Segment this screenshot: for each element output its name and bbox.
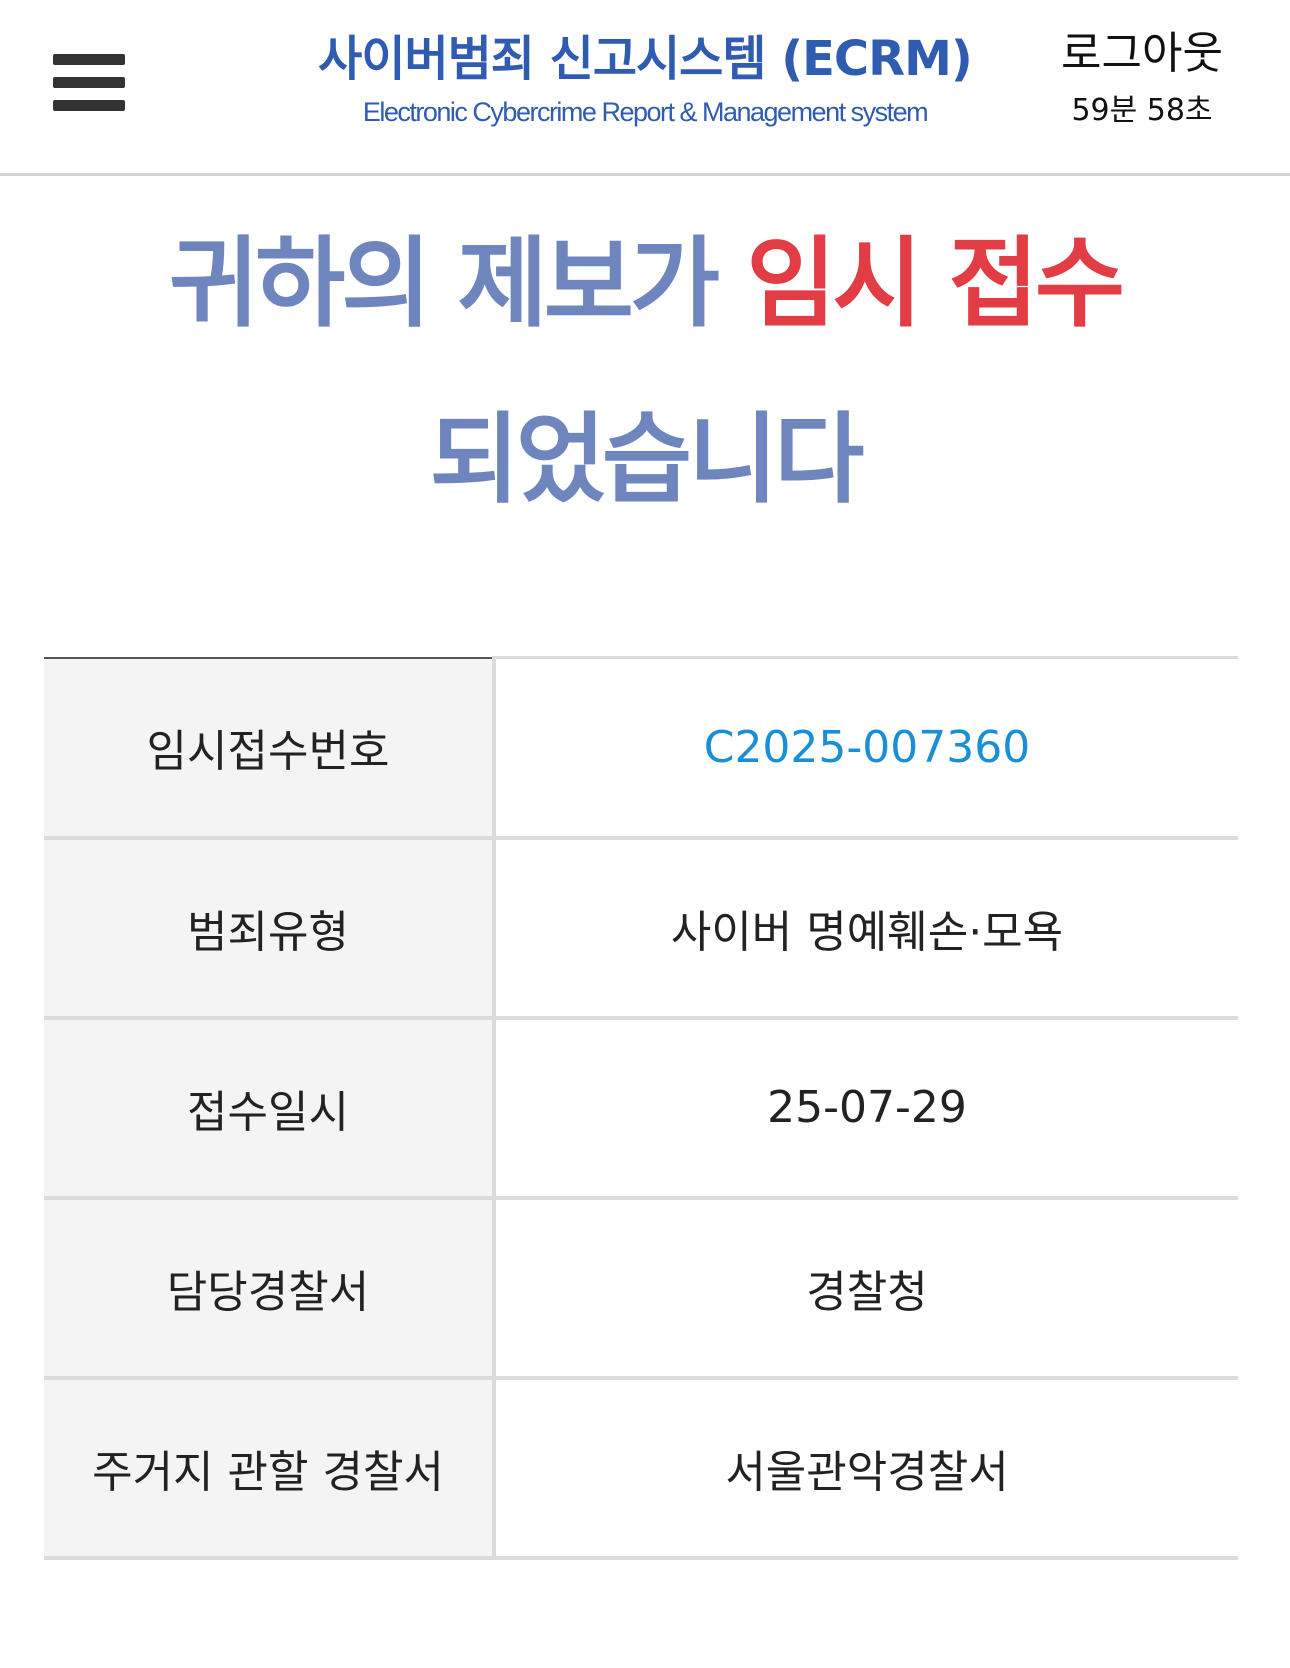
headline-part1: 귀하의 제보가 [169, 227, 747, 341]
menu-bar [53, 77, 125, 88]
site-title: 사이버범죄 신고시스템 (ECRM) [318, 31, 973, 87]
top-header: 사이버범죄 신고시스템 (ECRM) Electronic Cybercrime… [0, 0, 1290, 176]
headline-part2: 되었습니다 [429, 403, 865, 517]
menu-bar [53, 100, 125, 111]
local-police-label: 주거지 관할 경찰서 [44, 1377, 496, 1560]
local-police-value: 서울관악경찰서 [494, 1377, 1238, 1560]
session-timer: 59분 58초 [1071, 93, 1213, 128]
confirmation-headline: 귀하의 제보가 임시 접수 되었습니다 [40, 196, 1250, 548]
logout-button[interactable]: 로그아웃 [1042, 26, 1242, 82]
table-row: 범죄유형 사이버 명예훼손·모욕 [44, 837, 1238, 1020]
receipt-date-label: 접수일시 [44, 1017, 496, 1200]
site-brand[interactable]: 사이버범죄 신고시스템 (ECRM) Electronic Cybercrime… [310, 26, 980, 132]
hamburger-menu-icon[interactable] [48, 50, 128, 122]
session-area: 로그아웃 59분 58초 [1042, 26, 1242, 136]
crime-type-value: 사이버 명예훼손·모욕 [494, 837, 1238, 1020]
receipt-date-value: 25-07-29 [494, 1017, 1238, 1200]
assigned-police-value: 경찰청 [494, 1197, 1238, 1380]
table-row: 임시접수번호 C2025-007360 [44, 656, 1238, 840]
assigned-police-label: 담당경찰서 [44, 1197, 496, 1380]
table-row: 접수일시 25-07-29 [44, 1017, 1238, 1200]
receipt-number-value: C2025-007360 [494, 656, 1238, 840]
table-row: 담당경찰서 경찰청 [44, 1197, 1238, 1380]
menu-bar [53, 54, 125, 65]
crime-type-label: 범죄유형 [44, 837, 496, 1020]
report-details-table: 임시접수번호 C2025-007360 범죄유형 사이버 명예훼손·모욕 접수일… [44, 656, 1238, 1560]
headline-highlight: 임시 접수 [746, 227, 1125, 341]
receipt-number-label: 임시접수번호 [44, 656, 496, 840]
site-subtitle: Electronic Cybercrime Report & Managemen… [362, 97, 929, 127]
report-confirmation-page: 사이버범죄 신고시스템 (ECRM) Electronic Cybercrime… [0, 0, 1290, 1668]
table-row: 주거지 관할 경찰서 서울관악경찰서 [44, 1377, 1238, 1560]
